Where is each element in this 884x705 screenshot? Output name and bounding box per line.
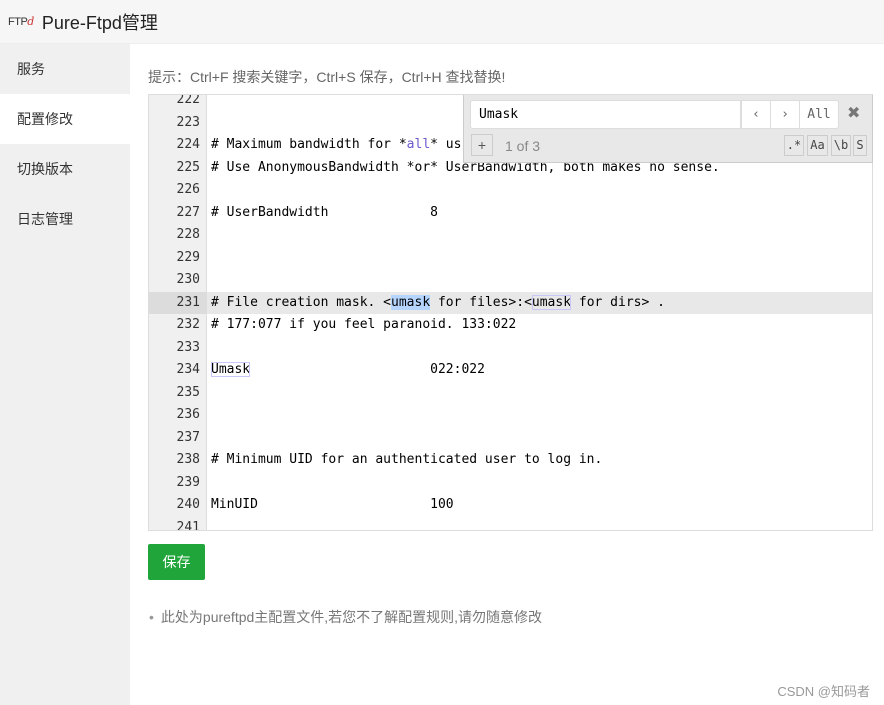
code-text: # 177:077 if you feel paranoid. 133:022 bbox=[211, 317, 517, 332]
code-line[interactable]: 227 # UserBandwidth 8 bbox=[149, 202, 872, 225]
code-text: * us bbox=[430, 137, 462, 152]
line-number: 236 bbox=[176, 407, 200, 422]
match-count: 1 of 3 bbox=[505, 138, 541, 154]
code-line[interactable]: 239 bbox=[149, 472, 872, 495]
search-match: umask bbox=[391, 294, 431, 310]
line-number: 238 bbox=[176, 452, 200, 467]
line-number: 223 bbox=[176, 114, 200, 130]
line-code: # File creation mask. <umask for files>:… bbox=[207, 292, 665, 315]
line-code: Umask 022:022 bbox=[207, 359, 485, 382]
code-text: MinUID 100 bbox=[211, 497, 454, 512]
sidebar-item-config[interactable]: 配置修改 bbox=[0, 94, 130, 144]
ftp-logo: FTPd bbox=[8, 15, 34, 28]
line-code: # Minimum UID for an authenticated user … bbox=[207, 449, 602, 472]
search-match: Umask bbox=[211, 362, 251, 377]
line-number: 225 bbox=[176, 159, 200, 175]
keyword-token: all bbox=[406, 137, 431, 152]
code-line[interactable]: 229 bbox=[149, 247, 872, 270]
case-sensitive-toggle[interactable]: Aa bbox=[807, 135, 828, 156]
code-line[interactable]: 241 bbox=[149, 517, 872, 531]
search-panel: Umask ‹ › All ✖ + 1 of 3 .* Aa \b S bbox=[463, 95, 873, 163]
config-note: 此处为pureftpd主配置文件,若您不了解配置规则,请勿随意修改 bbox=[149, 607, 542, 627]
line-number: 230 bbox=[176, 272, 200, 287]
line-number: 235 bbox=[176, 384, 200, 400]
line-number: 222 bbox=[176, 94, 200, 107]
line-code: # UserBandwidth 8 bbox=[207, 202, 438, 225]
line-number: 232 bbox=[176, 317, 200, 332]
whole-word-toggle[interactable]: \b bbox=[831, 135, 851, 156]
shortcut-hint: 提示：Ctrl+F 搜索关键字，Ctrl+S 保存，Ctrl+H 查找替换! bbox=[148, 69, 506, 85]
close-icon[interactable]: ✖ bbox=[847, 103, 860, 123]
line-number: 237 bbox=[176, 429, 200, 445]
code-line[interactable]: 231 # File creation mask. <umask for file… bbox=[149, 291, 872, 315]
toggle-replace-button[interactable]: + bbox=[471, 134, 493, 156]
line-number: 226 bbox=[176, 182, 200, 197]
line-code: # 177:077 if you feel paranoid. 133:022 bbox=[207, 314, 516, 337]
code-text: # File creation mask. < bbox=[211, 294, 392, 310]
line-number: 240 bbox=[176, 497, 200, 512]
sidebar-item-version[interactable]: 切换版本 bbox=[0, 144, 130, 194]
line-number: 224 bbox=[176, 137, 200, 152]
code-line[interactable]: 234 Umask 022:022 bbox=[149, 359, 872, 382]
line-number: 241 bbox=[176, 519, 200, 531]
code-text: for dirs> . bbox=[571, 294, 665, 310]
search-match: umask bbox=[531, 294, 572, 310]
logo-mark: d bbox=[27, 15, 34, 28]
line-number: 227 bbox=[176, 204, 200, 220]
logo-text: FTP bbox=[8, 16, 28, 28]
watermark: CSDN @知码者 bbox=[777, 684, 870, 699]
code-line[interactable]: 230 bbox=[149, 269, 872, 292]
code-line[interactable]: 237 bbox=[149, 427, 872, 450]
page-title: Pure-Ftpd管理 bbox=[41, 12, 158, 33]
header: FTPd Pure-Ftpd管理 bbox=[0, 0, 884, 44]
line-number: 231 bbox=[149, 291, 207, 314]
search-in-selection-toggle[interactable]: S bbox=[853, 135, 867, 156]
code-text: # UserBandwidth 8 bbox=[211, 204, 438, 220]
code-line[interactable]: 238 # Minimum UID for an authenticated us… bbox=[149, 449, 872, 472]
line-code: # Maximum bandwidth for *all* us bbox=[207, 134, 461, 157]
code-line[interactable]: 236 bbox=[149, 404, 872, 427]
code-line[interactable]: 235 bbox=[149, 382, 872, 405]
search-input[interactable]: Umask bbox=[470, 100, 741, 129]
code-text: for files>:< bbox=[430, 294, 532, 310]
prev-match-button[interactable]: ‹ bbox=[741, 100, 771, 129]
sidebar-item-logs[interactable]: 日志管理 bbox=[0, 194, 130, 244]
sidebar-item-service[interactable]: 服务 bbox=[0, 44, 130, 94]
line-number: 233 bbox=[176, 339, 200, 355]
code-text: # Maximum bandwidth for * bbox=[211, 137, 407, 152]
code-text: 022:022 bbox=[250, 362, 485, 377]
code-line[interactable]: 240 MinUID 100 bbox=[149, 494, 872, 517]
save-button[interactable]: 保存 bbox=[148, 544, 205, 580]
code-line[interactable]: 232 # 177:077 if you feel paranoid. 133:0… bbox=[149, 314, 872, 337]
next-match-button[interactable]: › bbox=[770, 100, 800, 129]
line-number: 228 bbox=[176, 227, 200, 242]
line-number: 229 bbox=[176, 249, 200, 265]
code-text: # Minimum UID for an authenticated user … bbox=[211, 452, 603, 467]
line-code: MinUID 100 bbox=[207, 494, 454, 517]
sidebar: 服务 配置修改 切换版本 日志管理 bbox=[0, 44, 130, 705]
line-number: 239 bbox=[176, 474, 200, 490]
find-all-button[interactable]: All bbox=[799, 100, 839, 129]
code-line[interactable]: 228 bbox=[149, 224, 872, 247]
code-line[interactable]: 233 bbox=[149, 337, 872, 360]
code-line[interactable]: 226 bbox=[149, 179, 872, 202]
regex-toggle[interactable]: .* bbox=[784, 135, 804, 156]
line-number: 234 bbox=[176, 362, 200, 377]
